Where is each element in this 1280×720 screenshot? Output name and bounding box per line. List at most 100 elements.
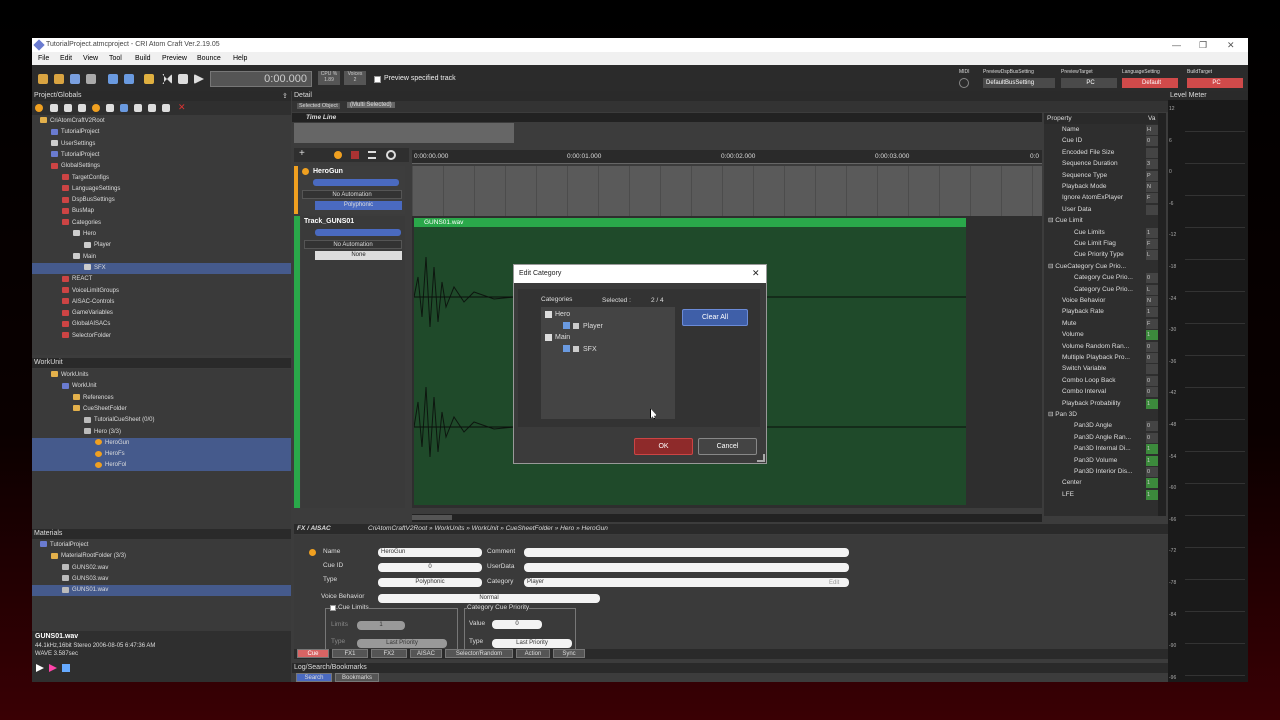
property-row[interactable]: Combo Interval 0 xyxy=(1044,386,1158,398)
material-play-icon[interactable] xyxy=(36,664,44,672)
material-tree-item[interactable]: GUNS01.wav xyxy=(32,585,291,597)
new-project-icon[interactable] xyxy=(38,74,48,84)
stop-icon[interactable] xyxy=(178,74,188,84)
project-globals-pin-icon[interactable]: ⇪ xyxy=(282,92,288,100)
property-value[interactable]: 0 xyxy=(1146,375,1158,386)
property-value[interactable]: 1 xyxy=(1146,455,1158,466)
category-checkbox[interactable] xyxy=(563,322,570,330)
property-row[interactable]: Volume 1 xyxy=(1044,329,1158,341)
property-value[interactable]: N xyxy=(1146,182,1158,192)
category-tree-item[interactable]: Player xyxy=(563,322,603,332)
settings-icon[interactable] xyxy=(162,104,170,112)
resize-grip-icon[interactable] xyxy=(757,454,765,462)
property-value[interactable] xyxy=(1146,364,1158,375)
category-tree-item[interactable]: SFX xyxy=(563,345,597,355)
project-tree-item[interactable]: GameVariables xyxy=(32,308,291,319)
folder-view-icon[interactable] xyxy=(120,104,128,112)
category-tree-item[interactable]: Hero xyxy=(545,310,570,320)
track2-volume-slider[interactable] xyxy=(315,229,401,236)
workunit-tree-item[interactable]: HeroGun xyxy=(32,437,291,449)
workunit-tree-item[interactable]: HeroFol xyxy=(32,460,291,472)
project-tree-item[interactable]: VoiceLimitGroups xyxy=(32,286,291,297)
material-icon[interactable] xyxy=(92,104,100,112)
menu-view[interactable]: View xyxy=(83,55,98,62)
project-tree-item[interactable]: TutorialProject xyxy=(32,150,291,161)
property-value[interactable]: 0 xyxy=(1146,341,1158,352)
property-row[interactable]: ⊟ CueCategory Cue Prio... xyxy=(1044,261,1158,272)
material-stop-icon[interactable] xyxy=(62,664,70,672)
play-icon[interactable] xyxy=(194,74,204,84)
userdata-field[interactable] xyxy=(524,563,849,572)
cue-id-field[interactable]: 0 xyxy=(378,563,482,572)
workunit-tree-item[interactable]: WorkUnit xyxy=(32,381,291,392)
property-row[interactable]: Playback Mode N xyxy=(1044,181,1158,192)
project-tree-item[interactable]: Player xyxy=(32,240,291,251)
property-value[interactable]: 0 xyxy=(1146,387,1158,398)
cue-limits-checkbox[interactable] xyxy=(330,605,336,611)
category-edit-button[interactable]: Edit xyxy=(829,580,839,586)
property-row[interactable]: Playback Probability 1 xyxy=(1044,398,1158,409)
selected-object-value[interactable]: (Multi Selected) xyxy=(347,102,395,108)
skip-back-icon[interactable] xyxy=(162,74,172,84)
midi-indicator-icon[interactable] xyxy=(959,78,969,88)
property-row[interactable]: Voice Behavior N xyxy=(1044,295,1158,306)
property-row[interactable]: Cue Priority Type L xyxy=(1044,249,1158,261)
clear-all-button[interactable]: Clear All xyxy=(682,309,748,326)
name-field[interactable]: HeroGun xyxy=(378,548,482,557)
project-tree-item[interactable]: BusMap xyxy=(32,206,291,217)
track2-name[interactable]: Track_GUNS01 xyxy=(304,218,354,225)
timeline-horizontal-scrollbar[interactable] xyxy=(412,514,1042,522)
timeline-scroll-thumb[interactable] xyxy=(412,515,452,520)
property-row[interactable]: Multiple Playback Pro... 0 xyxy=(1044,352,1158,363)
material-tree-item[interactable]: TutorialProject xyxy=(32,540,291,551)
project-tree-item[interactable]: Hero xyxy=(32,229,291,240)
property-value[interactable] xyxy=(1146,204,1158,215)
waveform-clip-title[interactable]: GUNS01.wav xyxy=(414,218,966,227)
track1-automation-select[interactable]: No Automation xyxy=(302,190,402,199)
workunit-tree-item[interactable]: HeroFs xyxy=(32,449,291,461)
language-setting-select[interactable]: Default xyxy=(1122,78,1178,88)
category-field[interactable]: Player xyxy=(524,578,849,587)
property-value[interactable]: 1 xyxy=(1146,398,1158,409)
build-icon[interactable] xyxy=(144,74,154,84)
property-row[interactable]: LFE 1 xyxy=(1044,489,1158,500)
workunit-tree-item[interactable]: References xyxy=(32,393,291,404)
priority-value-field[interactable]: 0 xyxy=(492,620,542,629)
property-value[interactable]: 1 xyxy=(1146,489,1158,500)
limits-field[interactable]: 1 xyxy=(357,621,405,630)
property-row[interactable]: Name H xyxy=(1044,124,1158,135)
tab-action[interactable]: Action xyxy=(516,649,550,658)
tab-fx1[interactable]: FX1 xyxy=(332,649,368,658)
property-value[interactable]: 1 xyxy=(1146,307,1158,318)
property-value[interactable]: 0 xyxy=(1146,273,1158,284)
property-value[interactable]: 3 xyxy=(1146,159,1158,170)
preview-specified-track-checkbox[interactable] xyxy=(374,76,381,83)
property-value[interactable]: 0 xyxy=(1146,467,1158,477)
save-all-icon[interactable] xyxy=(86,74,96,84)
property-scrollbar[interactable] xyxy=(1158,113,1166,516)
menu-edit[interactable]: Edit xyxy=(60,55,72,62)
material-loop-icon[interactable] xyxy=(49,664,57,672)
cue-timeline-icon[interactable] xyxy=(334,151,342,159)
category-checkbox[interactable] xyxy=(563,345,570,353)
cuesheet-icon[interactable] xyxy=(50,104,58,112)
property-value[interactable]: 1 xyxy=(1146,478,1158,489)
tab-sync[interactable]: Sync xyxy=(553,649,585,658)
property-row[interactable]: Pan3D Angle Ran... 0 xyxy=(1044,432,1158,443)
tab-aisac[interactable]: AISAC xyxy=(410,649,442,658)
preview-dspbus-select[interactable]: DefaultBusSetting xyxy=(983,78,1055,88)
redo-icon[interactable] xyxy=(124,74,134,84)
type-select[interactable]: Polyphonic xyxy=(378,578,482,587)
build-target-select[interactable]: PC xyxy=(1187,78,1243,88)
voice-behavior-select[interactable]: Normal xyxy=(378,594,600,603)
property-value[interactable]: 0 xyxy=(1146,353,1158,363)
menu-tool[interactable]: Tool xyxy=(109,55,122,62)
ok-button[interactable]: OK xyxy=(634,438,693,455)
property-value[interactable]: 0 xyxy=(1146,432,1158,443)
tab-bookmarks[interactable]: Bookmarks xyxy=(335,673,379,682)
property-value[interactable]: 0 xyxy=(1146,136,1158,147)
tab-selector-random[interactable]: Selector/Random xyxy=(445,649,513,658)
workunit-tree-item[interactable]: Hero (3/3) xyxy=(32,427,291,438)
minimize-icon[interactable]: — xyxy=(1172,40,1181,50)
project-tree-item[interactable]: REACT xyxy=(32,274,291,285)
